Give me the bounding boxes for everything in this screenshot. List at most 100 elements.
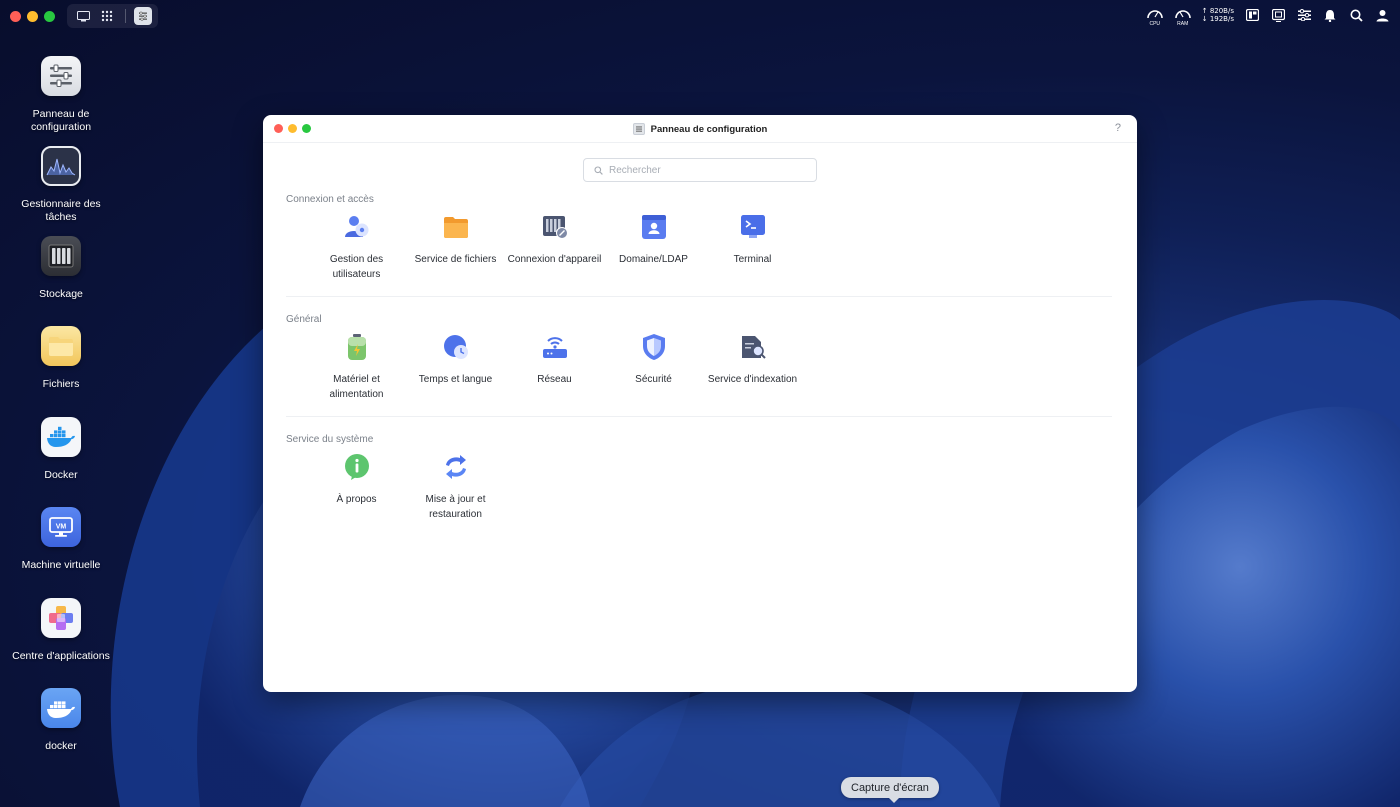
- desktop-label: Machine virtuelle: [21, 559, 101, 571]
- item-label: Mise à jour et restauration: [425, 494, 486, 520]
- search-icon[interactable]: [1348, 7, 1364, 23]
- desktop-label: Fichiers: [42, 378, 80, 390]
- item-label: À propos: [336, 494, 377, 505]
- item-label: Service de fichiers: [414, 254, 497, 265]
- item-label: Temps et langue: [418, 374, 493, 385]
- desktop-app-center[interactable]: Centre d'applications: [0, 598, 122, 663]
- status-area: CPU RAM ↑ 820B/s ↓ 192B/s: [1146, 6, 1390, 27]
- search-icon: [594, 165, 603, 175]
- users-icon: [343, 213, 371, 241]
- window-traffic-lights: [274, 124, 311, 133]
- device-connection-icon: [541, 213, 569, 241]
- control-panel-icon: [632, 123, 645, 135]
- taskbar-divider: [125, 9, 126, 23]
- task-manager-icon: [41, 146, 81, 186]
- net-upload: ↑ 820B/s: [1201, 7, 1234, 15]
- app-center-icon: [41, 598, 81, 638]
- control-panel-taskbar-icon[interactable]: [134, 7, 152, 25]
- item-security[interactable]: Sécurité: [604, 333, 703, 402]
- net-download: ↓ 192B/s: [1201, 15, 1234, 23]
- item-network[interactable]: Réseau: [505, 333, 604, 402]
- storage-icon: [41, 236, 81, 276]
- minimize-dot[interactable]: [27, 10, 38, 22]
- network-speed: ↑ 820B/s ↓ 192B/s: [1202, 7, 1234, 23]
- section-connection-access: Connexion et accès Gestion des utilisate…: [286, 194, 1112, 297]
- update-restore-icon: [442, 453, 470, 481]
- desktop-docker-folder[interactable]: docker: [0, 688, 122, 753]
- cpu-label: CPU: [1149, 21, 1161, 27]
- show-desktop-icon[interactable]: [73, 6, 93, 26]
- desktop-virtual-machine[interactable]: VM Machine virtuelle: [0, 507, 122, 572]
- docker-folder-icon: [41, 688, 81, 728]
- window-minimize-button[interactable]: [288, 124, 297, 133]
- desktop-label: Docker: [44, 469, 78, 481]
- item-about[interactable]: À propos: [307, 453, 406, 522]
- maximize-dot[interactable]: [44, 10, 55, 22]
- app-grid-icon[interactable]: [97, 6, 117, 26]
- notification-bell-icon[interactable]: [1322, 7, 1338, 23]
- item-label: Domaine/LDAP: [619, 254, 688, 265]
- item-hardware-power[interactable]: Matériel et alimentation: [307, 333, 406, 402]
- window-title: Panneau de configuration: [650, 123, 768, 135]
- item-label: Matériel et alimentation: [329, 374, 384, 400]
- section-title: Général: [286, 314, 322, 325]
- item-user-management[interactable]: Gestion des utilisateurs: [307, 213, 406, 282]
- desktop-docker[interactable]: Docker: [0, 417, 122, 482]
- item-time-language[interactable]: Temps et langue: [406, 333, 505, 402]
- item-label: Sécurité: [635, 374, 672, 385]
- ram-gauge-icon[interactable]: RAM: [1174, 6, 1192, 27]
- close-dot[interactable]: [10, 10, 21, 22]
- item-label: Réseau: [537, 374, 572, 385]
- network-icon: [541, 333, 569, 361]
- folder-icon: [41, 326, 81, 366]
- desktop-label: Centre d'applications: [12, 650, 110, 662]
- taskbar-launcher: [67, 4, 158, 28]
- control-panel-window: Panneau de configuration ? Connexion et …: [263, 115, 1137, 692]
- help-button[interactable]: ?: [1115, 122, 1121, 134]
- security-shield-icon: [640, 333, 668, 361]
- window-title-area: Panneau de configuration: [263, 115, 1137, 143]
- desktop-control-panel[interactable]: Panneau de configuration: [0, 56, 122, 134]
- item-indexing-service[interactable]: Service d'indexation: [703, 333, 802, 402]
- indexing-service-icon: [739, 333, 767, 361]
- desktop-task-manager[interactable]: Gestionnaire des tâches: [0, 146, 122, 224]
- file-service-icon: [442, 213, 470, 241]
- item-file-service[interactable]: Service de fichiers: [406, 213, 505, 282]
- section-divider: [286, 296, 1112, 297]
- hardware-power-icon: [343, 333, 371, 361]
- section-items: Matériel et alimentation Temps et langue…: [307, 333, 802, 402]
- terminal-icon: [739, 213, 767, 241]
- desktop-label: Stockage: [39, 288, 83, 300]
- desktop-files[interactable]: Fichiers: [0, 326, 122, 391]
- user-icon[interactable]: [1374, 7, 1390, 23]
- section-general: Général Matériel et alimentation Temps e…: [286, 314, 1112, 417]
- widgets-icon[interactable]: [1244, 7, 1260, 23]
- window-maximize-button[interactable]: [302, 124, 311, 133]
- desktop-label: Gestionnaire des tâches: [21, 198, 101, 223]
- cpu-gauge-icon[interactable]: CPU: [1146, 6, 1164, 27]
- item-label: Connexion d'appareil: [507, 254, 602, 265]
- section-divider: [286, 416, 1112, 417]
- item-label: Terminal: [733, 254, 772, 265]
- window-close-button[interactable]: [274, 124, 283, 133]
- control-panel-icon[interactable]: [1296, 7, 1312, 23]
- top-menu-bar: CPU RAM ↑ 820B/s ↓ 192B/s: [0, 0, 1400, 32]
- item-device-connection[interactable]: Connexion d'appareil: [505, 213, 604, 282]
- window-titlebar[interactable]: Panneau de configuration ?: [263, 115, 1137, 143]
- domain-ldap-icon: [640, 213, 668, 241]
- desktop-label: docker: [45, 740, 77, 752]
- section-title: Connexion et accès: [286, 194, 374, 205]
- control-panel-icon: [41, 56, 81, 96]
- item-terminal[interactable]: Terminal: [703, 213, 802, 282]
- desktop-traffic-lights: [10, 10, 55, 22]
- screenshot-tooltip: Capture d'écran: [841, 777, 939, 803]
- vm-icon: VM: [41, 507, 81, 547]
- item-domain-ldap[interactable]: Domaine/LDAP: [604, 213, 703, 282]
- time-language-icon: [442, 333, 470, 361]
- search-box[interactable]: [583, 158, 817, 182]
- resource-monitor-icon[interactable]: [1270, 7, 1286, 23]
- desktop-label: Panneau de configuration: [30, 108, 92, 133]
- search-input[interactable]: [609, 164, 809, 176]
- item-update-restore[interactable]: Mise à jour et restauration: [406, 453, 505, 522]
- desktop-storage[interactable]: Stockage: [0, 236, 122, 301]
